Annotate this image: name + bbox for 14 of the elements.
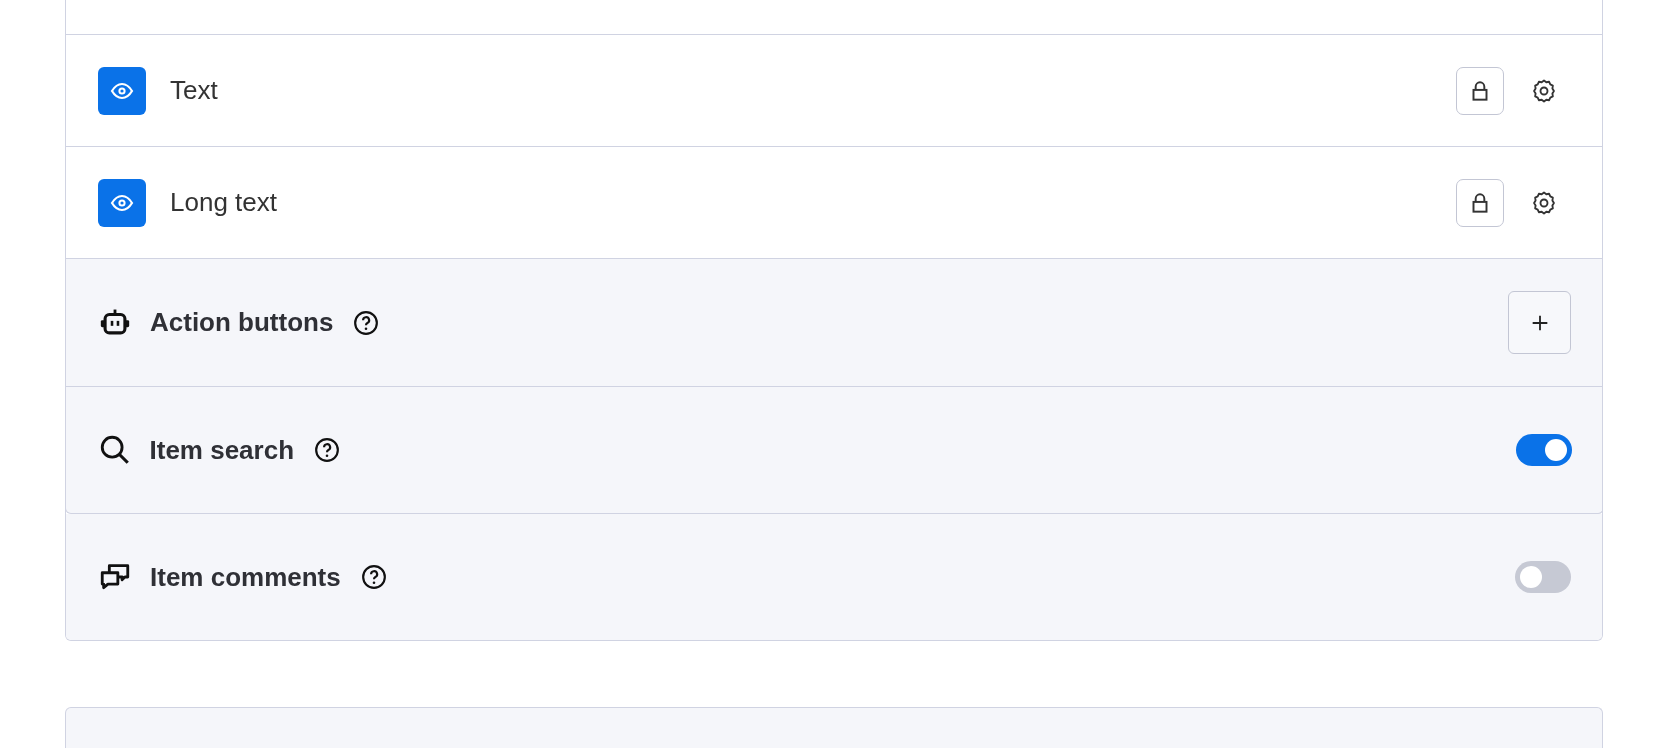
lock-button[interactable] bbox=[1456, 178, 1504, 227]
section-title: Item search bbox=[149, 434, 295, 466]
field-label: Text bbox=[170, 75, 218, 106]
section-title: Item comments bbox=[150, 561, 341, 593]
toggle-switch[interactable] bbox=[1515, 561, 1571, 593]
field-label: Long text bbox=[170, 187, 277, 218]
visibility-toggle[interactable] bbox=[98, 66, 146, 115]
section-title: Action buttons bbox=[150, 307, 334, 338]
toggle-switch[interactable] bbox=[1515, 434, 1572, 466]
lock-button[interactable] bbox=[1456, 66, 1504, 115]
help-icon[interactable] bbox=[314, 437, 341, 463]
visibility-toggle[interactable] bbox=[98, 178, 146, 227]
help-icon[interactable] bbox=[353, 309, 380, 336]
help-icon[interactable] bbox=[360, 564, 387, 590]
